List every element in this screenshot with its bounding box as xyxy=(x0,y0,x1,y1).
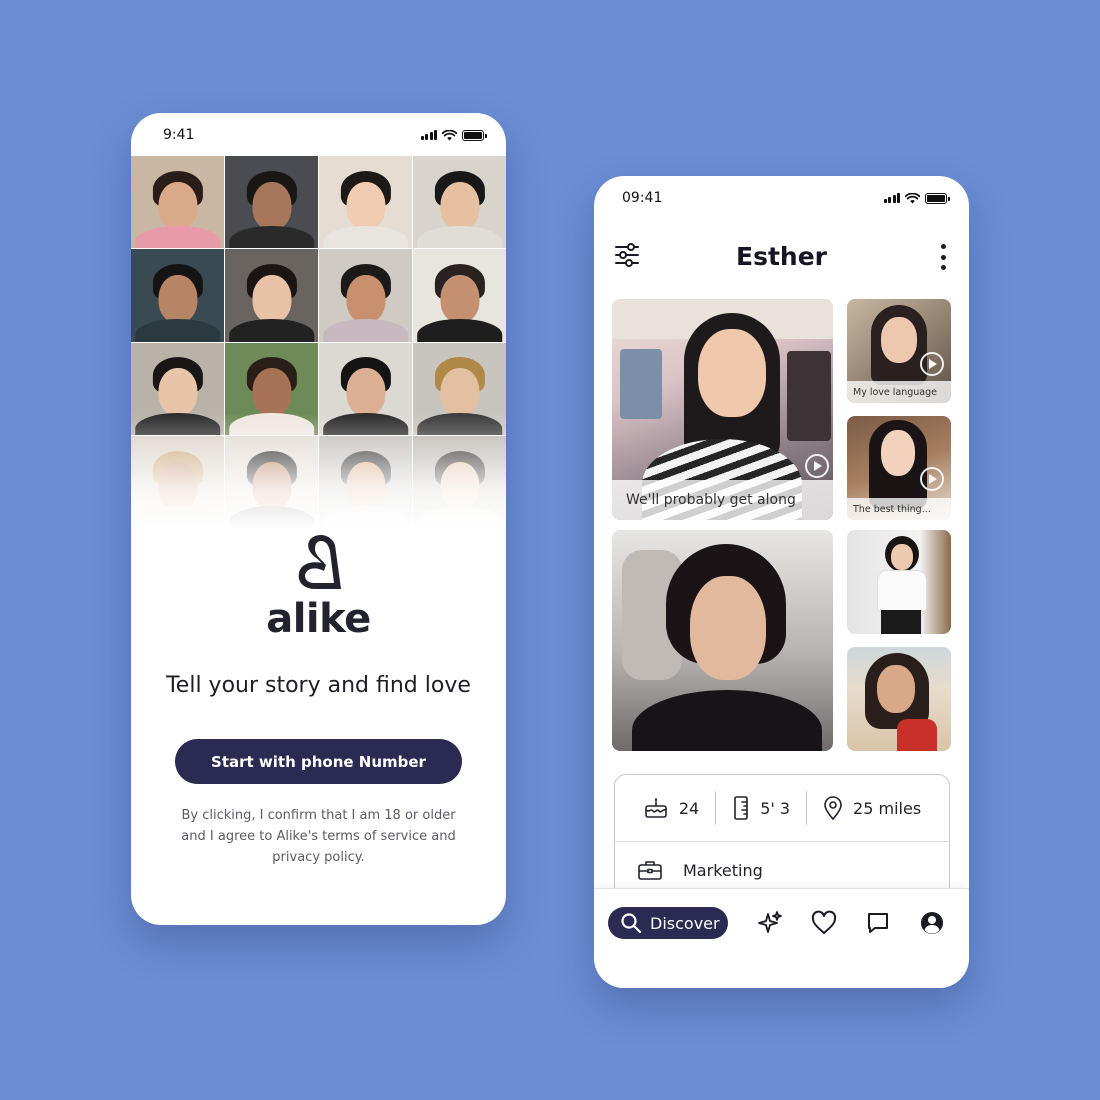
height-value: 5' 3 xyxy=(760,798,791,818)
status-time: 09:41 xyxy=(622,190,663,206)
job-title: Marketing xyxy=(683,860,763,880)
caption-text: We'll probably get along xyxy=(626,492,796,508)
caption-text: The best thing... xyxy=(853,503,931,515)
status-bar: 9:41 xyxy=(131,113,506,157)
mosaic-fade-overlay xyxy=(131,413,506,531)
distance-value: 25 miles xyxy=(853,798,922,818)
tagline: Tell your story and find love xyxy=(166,673,471,698)
start-with-phone-button[interactable]: Start with phone Number xyxy=(175,739,462,784)
logo-wordmark: alike xyxy=(266,596,371,642)
chat-icon[interactable] xyxy=(864,909,892,937)
nav-discover-label: Discover xyxy=(650,913,720,933)
profile-header: Esther xyxy=(594,236,969,276)
heart-logo-icon xyxy=(298,535,341,589)
app-logo: alike xyxy=(131,531,506,641)
profile-name: Esther xyxy=(736,241,827,271)
profile-screen: 09:41 Esther We'll probably get along My… xyxy=(594,176,969,988)
video-caption: The best thing... xyxy=(847,498,951,520)
filter-sliders-icon[interactable] xyxy=(612,240,642,270)
age-value: 24 xyxy=(678,798,700,818)
mosaic-photo xyxy=(131,156,224,249)
birthday-cake-icon xyxy=(645,798,667,818)
battery-icon xyxy=(462,129,487,141)
location-pin-icon xyxy=(824,796,842,821)
photo-tile-large[interactable] xyxy=(612,530,833,751)
age-stat: 24 xyxy=(627,791,715,825)
search-icon xyxy=(621,913,642,934)
video-caption: My love language xyxy=(847,381,951,403)
caption-text: My love language xyxy=(853,386,938,398)
video-tile-best-thing[interactable]: The best thing... xyxy=(847,416,951,520)
bottom-navigation: Discover xyxy=(594,888,969,988)
battery-icon xyxy=(925,192,950,204)
mosaic-photo xyxy=(319,156,412,249)
profile-icon[interactable] xyxy=(918,909,946,937)
nav-discover-tab[interactable]: Discover xyxy=(608,907,728,939)
wifi-icon xyxy=(905,192,920,203)
play-icon[interactable] xyxy=(920,467,944,491)
onboarding-screen: 9:41 alike Tell your story and find love… xyxy=(131,113,506,925)
photo-tile-small-1[interactable] xyxy=(847,530,951,634)
mosaic-photo xyxy=(413,249,506,342)
mosaic-photo xyxy=(413,156,506,249)
status-time: 9:41 xyxy=(163,127,195,143)
heart-icon[interactable] xyxy=(810,909,838,937)
profile-info-card: 24 5' 3 25 miles Marketing xyxy=(614,774,950,904)
profile-photo xyxy=(612,530,833,751)
profile-photo xyxy=(847,530,951,634)
mosaic-photo xyxy=(225,249,318,342)
status-icons xyxy=(420,129,487,141)
wifi-icon xyxy=(442,129,457,140)
status-icons xyxy=(883,192,950,204)
signal-icon xyxy=(883,193,900,203)
mosaic-photo xyxy=(131,249,224,342)
status-bar: 09:41 xyxy=(594,176,969,220)
signal-icon xyxy=(420,130,437,140)
profile-photo xyxy=(847,647,951,751)
play-icon[interactable] xyxy=(805,454,829,478)
photo-tile-small-2[interactable] xyxy=(847,647,951,751)
mosaic-photo xyxy=(319,249,412,342)
sparkle-icon[interactable] xyxy=(756,909,784,937)
stats-row: 24 5' 3 25 miles xyxy=(615,775,949,842)
distance-stat: 25 miles xyxy=(806,791,937,825)
ruler-icon xyxy=(734,796,749,820)
video-tile-love-language[interactable]: My love language xyxy=(847,299,951,403)
more-options-icon[interactable] xyxy=(937,242,949,272)
height-stat: 5' 3 xyxy=(715,791,806,825)
video-caption: We'll probably get along xyxy=(612,480,833,520)
play-icon[interactable] xyxy=(920,352,944,376)
video-tile-main[interactable]: We'll probably get along xyxy=(612,299,833,520)
mosaic-photo xyxy=(225,156,318,249)
briefcase-icon xyxy=(638,861,662,880)
terms-disclaimer: By clicking, I confirm that I am 18 or o… xyxy=(181,808,456,865)
